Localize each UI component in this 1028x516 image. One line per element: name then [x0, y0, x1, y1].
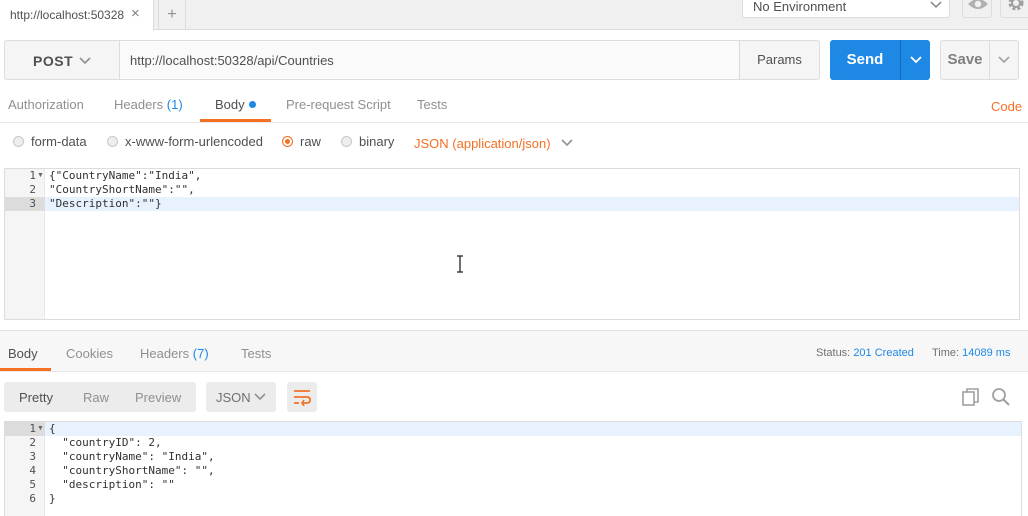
view-raw-button[interactable]: Raw	[83, 390, 109, 405]
chevron-down-icon	[910, 56, 922, 64]
tab-body[interactable]: Body	[215, 97, 256, 112]
line-number: 3	[29, 450, 36, 463]
search-icon[interactable]	[990, 386, 1012, 408]
response-tab-tests[interactable]: Tests	[241, 346, 271, 361]
method-select[interactable]: POST	[4, 40, 120, 80]
line-number: 1	[29, 169, 36, 182]
request-tab-title[interactable]: http://localhost:50328	[10, 8, 125, 22]
active-line-highlight	[5, 422, 1021, 436]
settings-button[interactable]	[1000, 0, 1028, 18]
radio-form-data[interactable]: form-data	[13, 134, 87, 149]
radio-circle[interactable]	[341, 135, 352, 147]
code-line: "countryShortName": "",	[49, 464, 215, 477]
content-type-label: JSON (application/json)	[414, 136, 551, 151]
time-label: Time:	[932, 347, 960, 359]
active-tab-indicator	[0, 368, 51, 371]
chevron-down-icon	[79, 57, 91, 65]
code-line: "description": ""	[49, 478, 175, 491]
active-tab-indicator	[200, 119, 271, 122]
url-input[interactable]	[119, 40, 740, 80]
status-value[interactable]: 201 Created	[853, 347, 914, 359]
line-number: 6	[29, 492, 36, 505]
tab-tests[interactable]: Tests	[417, 97, 447, 112]
environment-label: No Environment	[753, 0, 847, 14]
modified-dot	[248, 101, 256, 109]
close-tab-icon[interactable]: ×	[131, 5, 140, 22]
response-view-toggle: Pretty Raw Preview	[4, 382, 196, 412]
code-line: {	[49, 422, 56, 435]
eye-icon	[968, 0, 988, 9]
response-tab-cookies[interactable]: Cookies	[66, 346, 113, 361]
radio-circle[interactable]	[13, 135, 24, 147]
new-tab-button[interactable]: +	[158, 0, 186, 30]
wrap-lines-button[interactable]	[287, 382, 317, 412]
response-status: Status: 201 Created	[816, 347, 914, 359]
chevron-down-icon	[561, 139, 573, 147]
time-value[interactable]: 14089 ms	[962, 347, 1010, 359]
wrap-icon	[294, 390, 311, 406]
fold-toggle-icon[interactable]: ▼	[37, 422, 44, 436]
code-line: }	[49, 492, 56, 505]
line-number: 5	[29, 478, 36, 491]
radio-binary[interactable]: binary	[341, 134, 394, 149]
tab-headers-label: Headers	[114, 97, 164, 112]
radio-circle-selected[interactable]	[282, 135, 293, 147]
content-type-select[interactable]: JSON (application/json)	[414, 136, 574, 151]
tab-body-label: Body	[215, 97, 245, 112]
radio-x-www-form-urlencoded[interactable]: x-www-form-urlencoded	[107, 134, 263, 149]
line-number: 2	[29, 183, 36, 196]
tab-headers-count: (1)	[166, 97, 183, 112]
response-tab-headers-label: Headers	[140, 346, 190, 361]
radio-label: raw	[300, 134, 321, 149]
radio-label: form-data	[31, 134, 87, 149]
response-tab-headers[interactable]: Headers (7)	[140, 346, 209, 361]
copy-icon[interactable]	[960, 386, 982, 408]
send-dropdown-button[interactable]	[900, 40, 930, 80]
tab-authorization[interactable]: Authorization	[8, 97, 84, 112]
gear-icon	[1008, 0, 1024, 11]
radio-raw[interactable]: raw	[282, 134, 321, 149]
view-pretty-button[interactable]: Pretty	[19, 390, 53, 405]
line-number: 3	[29, 197, 36, 210]
request-tab[interactable]: http://localhost:50328 ×	[0, 0, 154, 31]
send-button[interactable]: Send	[830, 40, 900, 80]
tabs-divider	[0, 122, 1028, 123]
code-line: "countryID": 2,	[49, 436, 162, 449]
line-number: 4	[29, 464, 36, 477]
chevron-down-icon	[998, 56, 1010, 64]
response-tab-body[interactable]: Body	[8, 346, 38, 361]
radio-label: x-www-form-urlencoded	[125, 134, 263, 149]
code-line: {"CountryName":"India",	[49, 169, 202, 182]
response-tab-headers-count: (7)	[192, 346, 209, 361]
format-label: JSON	[216, 390, 251, 405]
save-dropdown-button[interactable]	[989, 40, 1019, 80]
environment-select[interactable]: No Environment	[742, 0, 950, 18]
radio-circle[interactable]	[107, 135, 118, 147]
status-label: Status:	[816, 347, 851, 359]
line-number: 2	[29, 436, 36, 449]
params-button[interactable]: Params	[739, 40, 820, 80]
tab-headers[interactable]: Headers (1)	[114, 97, 183, 112]
code-link[interactable]: Code	[991, 99, 1022, 114]
response-time: Time: 14089 ms	[932, 347, 1010, 359]
line-number: 1	[29, 422, 36, 435]
method-label: POST	[33, 53, 74, 69]
code-line: "Description":""}	[49, 197, 162, 210]
chevron-down-icon	[930, 1, 942, 9]
text-cursor-icon	[457, 255, 463, 273]
chevron-down-icon	[254, 393, 266, 401]
response-format-select[interactable]: JSON	[206, 382, 276, 412]
request-body-editor[interactable]: 1 ▼ {"CountryName":"India", 2 "CountrySh…	[4, 168, 1020, 320]
radio-label: binary	[359, 134, 395, 149]
save-button[interactable]: Save	[940, 40, 990, 80]
view-preview-button[interactable]: Preview	[135, 390, 181, 405]
environment-quick-look-button[interactable]	[962, 0, 992, 18]
code-line: "CountryShortName":"",	[49, 183, 195, 196]
response-body-viewer[interactable]: 1 ▼ { 2 "countryID": 2, 3 "countryName":…	[4, 421, 1022, 516]
tab-pre-request-script[interactable]: Pre-request Script	[286, 97, 391, 112]
code-line: "countryName": "India",	[49, 450, 215, 463]
fold-toggle-icon[interactable]: ▼	[37, 169, 44, 183]
